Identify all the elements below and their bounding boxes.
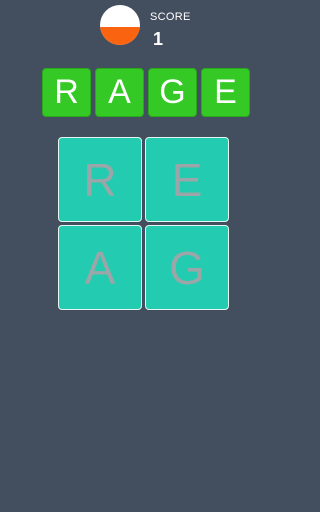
answer-tile: R <box>42 68 91 117</box>
answer-tile: A <box>95 68 144 117</box>
answer-tile: E <box>201 68 250 117</box>
letter-grid: R E A G <box>58 137 229 310</box>
letter-tile[interactable]: R <box>58 137 142 222</box>
letter-tile[interactable]: E <box>145 137 229 222</box>
timer-fill <box>100 27 140 45</box>
answer-tile: G <box>148 68 197 117</box>
letter-tile[interactable]: A <box>58 225 142 310</box>
letter-tile[interactable]: G <box>145 225 229 310</box>
score-label: SCORE <box>150 11 191 23</box>
timer-icon <box>100 5 140 45</box>
answer-row: R A G E <box>42 68 250 117</box>
score-value: 1 <box>152 29 163 49</box>
